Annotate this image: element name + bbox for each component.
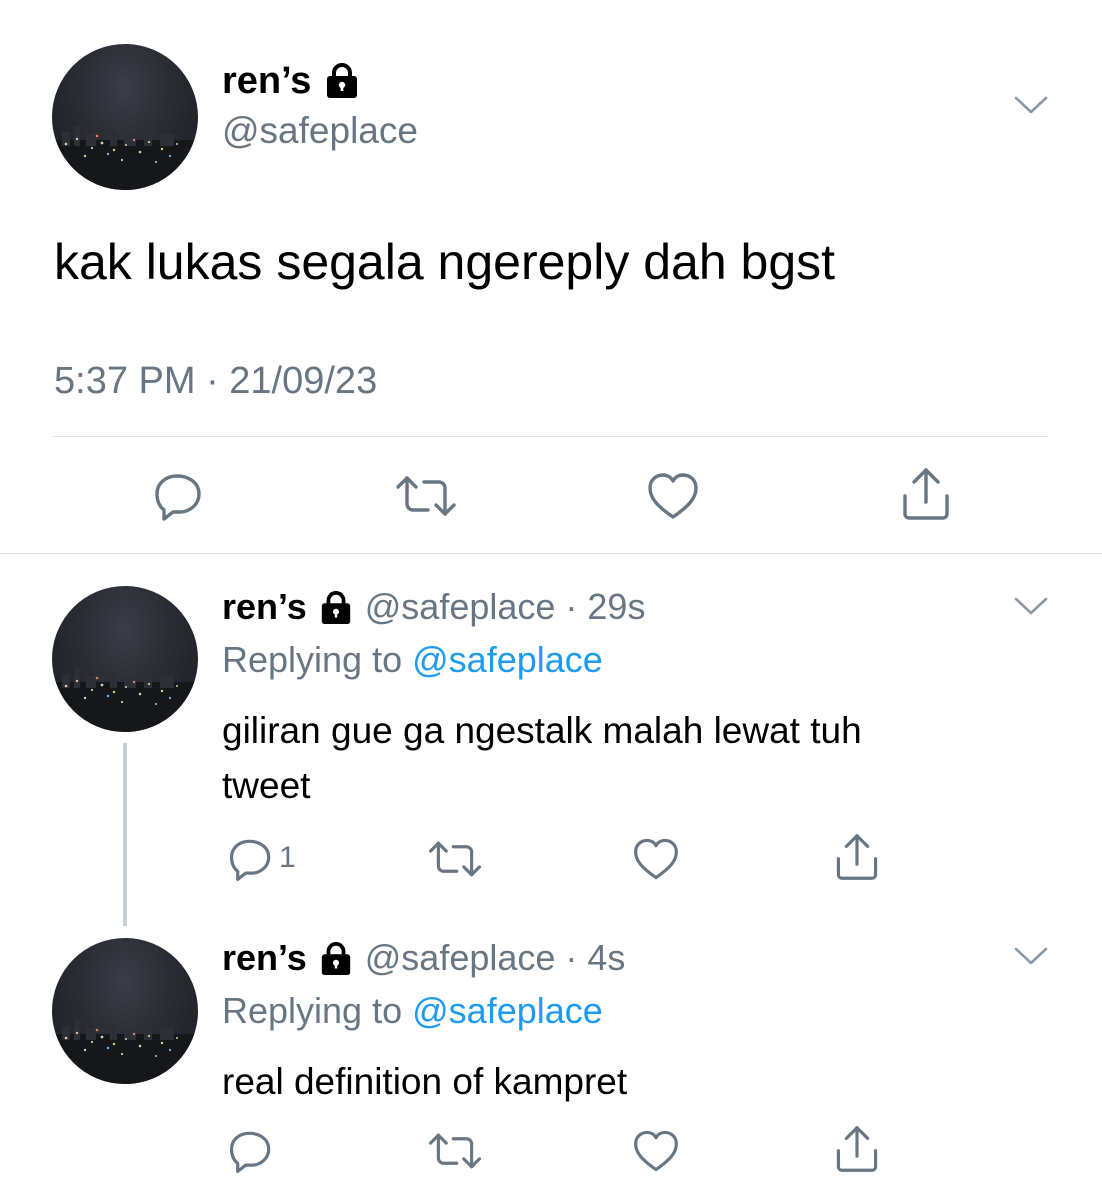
tweet-text: kak lukas segala ngereply dah bgst — [54, 234, 836, 290]
replying-label: Replying to — [222, 639, 403, 680]
reply-handle[interactable]: @safeplace — [365, 586, 556, 627]
chevron-down-icon[interactable] — [1014, 946, 1048, 966]
reply-count: 1 — [279, 841, 296, 874]
divider — [52, 436, 1049, 437]
retweet-icon[interactable] — [427, 1128, 483, 1174]
thread-line — [123, 743, 127, 926]
author-block: ren’s @safeplace — [222, 58, 418, 154]
chevron-down-icon[interactable] — [1014, 95, 1048, 115]
tweet-timestamp: 5:37 PM · 21/09/23 — [54, 360, 378, 402]
avatar-image — [52, 126, 198, 190]
avatar[interactable] — [52, 44, 198, 190]
reply-icon[interactable] — [228, 1128, 274, 1174]
retweet-icon[interactable] — [394, 470, 458, 522]
reply-text-line: giliran gue ga ngestalk malah lewat tuh — [222, 710, 862, 751]
avatar-image — [52, 1020, 198, 1084]
replying-label: Replying to — [222, 990, 403, 1031]
section-divider — [0, 553, 1102, 554]
replying-to: Replying to @safeplace — [222, 989, 603, 1033]
avatar-image — [52, 668, 198, 732]
reply-time: · 4s — [565, 937, 626, 978]
share-icon[interactable] — [834, 1124, 880, 1174]
chevron-down-icon[interactable] — [1014, 596, 1048, 616]
lock-icon — [317, 587, 355, 631]
replying-to-link[interactable]: @safeplace — [412, 990, 603, 1031]
like-icon[interactable] — [646, 470, 700, 522]
handle[interactable]: @safeplace — [222, 108, 418, 154]
reply-time: · 29s — [565, 586, 646, 627]
reply-avatar[interactable] — [52, 586, 198, 732]
reply-icon[interactable] — [153, 470, 205, 522]
display-name[interactable]: ren’s — [222, 60, 311, 102]
like-icon[interactable] — [632, 836, 680, 882]
replying-to-link[interactable]: @safeplace — [412, 639, 603, 680]
reply-icon[interactable] — [228, 836, 274, 882]
reply-avatar[interactable] — [52, 938, 198, 1084]
share-icon[interactable] — [900, 466, 952, 522]
lock-icon — [317, 938, 355, 982]
reply-header: ren’s @safeplace · 4s — [222, 936, 625, 982]
retweet-icon[interactable] — [427, 836, 483, 882]
reply-display-name[interactable]: ren’s — [222, 586, 307, 627]
share-icon[interactable] — [834, 832, 880, 882]
replying-to: Replying to @safeplace — [222, 638, 603, 682]
reply-handle[interactable]: @safeplace — [365, 937, 556, 978]
reply-text-line: tweet — [222, 765, 311, 806]
like-icon[interactable] — [632, 1128, 680, 1174]
reply-header: ren’s @safeplace · 29s — [222, 585, 645, 631]
reply-display-name[interactable]: ren’s — [222, 937, 307, 978]
reply-text: giliran gue ga ngestalk malah lewat tuh … — [222, 703, 862, 813]
lock-icon — [322, 60, 362, 106]
reply-text-line: real definition of kampret — [222, 1061, 628, 1102]
reply-text: real definition of kampret — [222, 1054, 627, 1109]
